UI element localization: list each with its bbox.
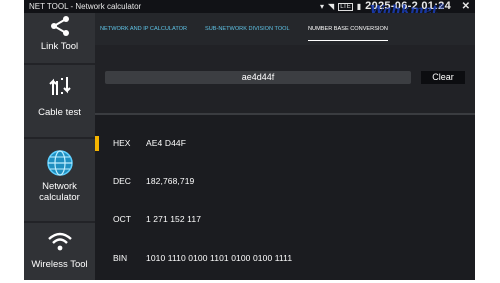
result-label: HEX (113, 138, 131, 148)
number-input[interactable]: ae4d44f (105, 71, 411, 84)
sidebar-item-label: Network calculator (39, 181, 80, 203)
tab-bar: NETWORK AND IP CALCULATOR SUB-NETWORK DI… (95, 13, 475, 45)
sidebar: Link Tool Cable test Network calculator (24, 13, 95, 280)
share-icon (50, 16, 69, 36)
close-icon[interactable]: ✕ (462, 0, 470, 13)
result-value: 1010 1110 0100 1101 0100 0100 1111 (146, 253, 293, 263)
result-value: 1 271 152 117 (146, 214, 202, 224)
globe-icon (46, 150, 73, 176)
clock: 2025-06-2 01:24 (365, 0, 451, 12)
sidebar-item-cable-test[interactable]: Cable test (24, 73, 95, 131)
tab-network-ip-calculator[interactable]: NETWORK AND IP CALCULATOR (100, 13, 187, 45)
wifi-icon (47, 232, 72, 251)
lte-badge: LTE (338, 2, 353, 11)
tab-sub-network-division[interactable]: SUB-NETWORK DIVISION TOOL (205, 13, 290, 45)
cable-test-icon (48, 77, 71, 95)
result-row-bin[interactable]: BIN 1010 1110 0100 1101 0100 0100 1111 (95, 248, 475, 268)
sidebar-item-label: Link Tool (40, 41, 79, 52)
result-row-hex[interactable]: HEX AE4 D44F (95, 133, 475, 153)
sidebar-item-wireless-tool[interactable]: Wireless Tool (24, 231, 95, 279)
window-title: NET TOOL - Network calculator (29, 2, 142, 11)
sidebar-item-label: Wireless Tool (31, 259, 88, 270)
sidebar-item-network-calculator[interactable]: Network calculator (24, 149, 95, 219)
sidebar-divider (24, 63, 95, 65)
sidebar-divider (24, 221, 95, 223)
result-row-dec[interactable]: DEC 182,768,719 (95, 171, 475, 191)
tab-number-base-conversion[interactable]: NUMBER BASE CONVERSION (308, 13, 388, 45)
result-label: DEC (113, 176, 131, 186)
result-label: BIN (113, 253, 128, 263)
result-label: OCT (113, 214, 131, 224)
status-bar: NET TOOL - Network calculator ▾ ◥ LTE ▮ … (24, 0, 475, 13)
sidebar-divider (24, 137, 95, 139)
conversion-results: HEX AE4 D44F DEC 182,768,719 OCT 1 271 1… (95, 115, 475, 280)
sidebar-item-label: Cable test (38, 107, 81, 118)
result-value: AE4 D44F (146, 138, 187, 148)
wifi-status-icon: ◥ (328, 2, 335, 11)
device-screen: NET TOOL - Network calculator ▾ ◥ LTE ▮ … (24, 0, 475, 280)
sidebar-item-link-tool[interactable]: Link Tool (24, 13, 95, 63)
result-row-oct[interactable]: OCT 1 271 152 117 (95, 209, 475, 229)
result-value: 182,768,719 (146, 176, 195, 186)
clear-button[interactable]: Clear (421, 71, 465, 84)
battery-icon: ▮ (356, 2, 362, 11)
location-icon: ▾ (320, 2, 325, 11)
status-icons: ▾ ◥ LTE ▮ 2025-06-2 01:24 (320, 0, 451, 13)
input-area: ae4d44f Clear (95, 45, 475, 113)
